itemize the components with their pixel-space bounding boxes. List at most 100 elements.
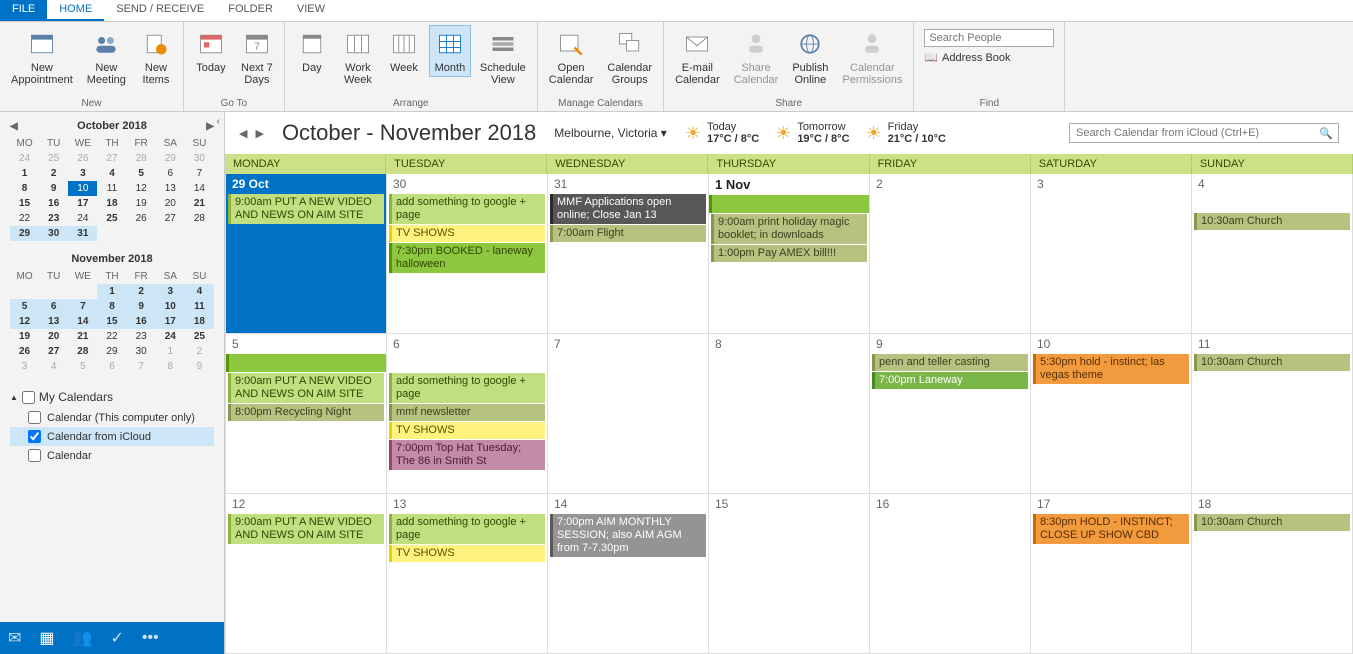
- mini-calendar-day[interactable]: 24: [10, 151, 39, 166]
- mini-calendar-day[interactable]: 8: [156, 359, 185, 374]
- mini-calendar-day[interactable]: 28: [185, 211, 214, 226]
- mini-calendar-day[interactable]: 18: [97, 196, 126, 211]
- mini-calendar-day[interactable]: 4: [39, 359, 68, 374]
- mini-calendar-day[interactable]: 9: [39, 181, 68, 196]
- calendar-event[interactable]: add something to google + page: [389, 194, 545, 224]
- calendar-cell[interactable]: 31MMF Applications open online; Close Ja…: [548, 174, 709, 334]
- mini-calendar-day[interactable]: 22: [10, 211, 39, 226]
- mini-calendar-day[interactable]: 7: [68, 299, 97, 314]
- mini-calendar-day[interactable]: 24: [156, 329, 185, 344]
- mini-calendar-day[interactable]: 20: [39, 329, 68, 344]
- calendar-checkbox[interactable]: [28, 411, 41, 424]
- spanning-event[interactable]: Cruise - Golden Princes; Pt Vila to Melb…: [709, 195, 870, 213]
- mini-calendar-day[interactable]: 19: [10, 329, 39, 344]
- calendar-cell[interactable]: 2: [870, 174, 1031, 334]
- calendar-cell[interactable]: 30add something to google + pageTV SHOWS…: [387, 174, 548, 334]
- calendar-event[interactable]: add something to google + page: [389, 373, 545, 403]
- calendar-cell[interactable]: 3: [1031, 174, 1192, 334]
- calendar-nav-icon[interactable]: ▦: [39, 628, 54, 648]
- new-items-button[interactable]: New Items: [135, 25, 177, 89]
- calendar-event[interactable]: 10:30am Church: [1194, 213, 1350, 230]
- mini-calendar-day[interactable]: 31: [68, 226, 97, 241]
- calendar-cell[interactable]: 1110:30am Church: [1192, 334, 1353, 494]
- mini-calendar-day[interactable]: 29: [156, 151, 185, 166]
- calendar-cell[interactable]: 178:30pm HOLD - INSTINCT; CLOSE UP SHOW …: [1031, 494, 1192, 654]
- calendar-event[interactable]: 7:00pm Top Hat Tuesday; The 86 in Smith …: [389, 440, 545, 470]
- search-people-input[interactable]: [924, 29, 1054, 47]
- calendar-list-item[interactable]: Calendar from iCloud: [10, 427, 214, 446]
- tab-file[interactable]: FILE: [0, 0, 47, 21]
- new-appointment-button[interactable]: New Appointment: [6, 25, 78, 89]
- mini-calendar-day[interactable]: 21: [68, 329, 97, 344]
- calendar-event[interactable]: 8:00pm Recycling Night: [228, 404, 384, 421]
- mini-calendar-day[interactable]: 27: [39, 344, 68, 359]
- calendar-permissions-button[interactable]: Calendar Permissions: [837, 25, 907, 89]
- next-period-button[interactable]: ▶: [255, 127, 263, 140]
- calendar-cell[interactable]: 29 Oct9:00am PUT A NEW VIDEO AND NEWS ON…: [226, 174, 387, 334]
- calendar-event[interactable]: 8:30pm HOLD - INSTINCT; CLOSE UP SHOW CB…: [1033, 514, 1189, 544]
- spanning-event[interactable]: Cruise - Golden Princes; Pt Vila to Melb…: [226, 354, 387, 372]
- calendar-event[interactable]: 9:00am PUT A NEW VIDEO AND NEWS ON AIM S…: [228, 514, 384, 544]
- mini-calendar-day[interactable]: 3: [10, 359, 39, 374]
- calendar-cell[interactable]: 410:30am Church: [1192, 174, 1353, 334]
- mini-calendar-day[interactable]: 17: [68, 196, 97, 211]
- calendar-event[interactable]: 10:30am Church: [1194, 514, 1350, 531]
- new-meeting-button[interactable]: New Meeting: [82, 25, 131, 89]
- mini-calendar-day[interactable]: 7: [185, 166, 214, 181]
- today-button[interactable]: Today: [190, 25, 232, 77]
- publish-online-button[interactable]: Publish Online: [787, 25, 833, 89]
- calendar-cell[interactable]: 13add something to google + pageTV SHOWS: [387, 494, 548, 654]
- calendar-event[interactable]: 9:00am PUT A NEW VIDEO AND NEWS ON AIM S…: [228, 194, 384, 224]
- mini-calendar-day[interactable]: 15: [10, 196, 39, 211]
- mini-calendar-day[interactable]: 23: [39, 211, 68, 226]
- mini-calendar-day[interactable]: 24: [68, 211, 97, 226]
- mini-calendar-day[interactable]: 9: [127, 299, 156, 314]
- mini-calendar-day[interactable]: 30: [39, 226, 68, 241]
- weather-item[interactable]: ☀Friday21°C / 10°C: [866, 121, 946, 145]
- mini-calendar-day[interactable]: 5: [10, 299, 39, 314]
- mini-calendar-day[interactable]: 2: [185, 344, 214, 359]
- calendar-event[interactable]: mmf newsletter: [389, 404, 545, 421]
- tab-home[interactable]: HOME: [47, 0, 104, 21]
- calendar-list-item[interactable]: Calendar: [10, 446, 214, 465]
- prev-period-button[interactable]: ◀: [239, 127, 247, 140]
- calendar-event[interactable]: 10:30am Church: [1194, 354, 1350, 371]
- weather-item[interactable]: ☀Today17°C / 8°C: [685, 121, 759, 145]
- mini-calendar-day[interactable]: 1: [10, 166, 39, 181]
- calendar-checkbox[interactable]: [28, 430, 41, 443]
- mini-calendar-day[interactable]: 29: [10, 226, 39, 241]
- mini-calendar-day[interactable]: 25: [39, 151, 68, 166]
- mini-calendar-day[interactable]: 17: [156, 314, 185, 329]
- mini-calendar-day[interactable]: 8: [10, 181, 39, 196]
- calendar-cell[interactable]: 147:00pm AIM MONTHLY SESSION; also AIM A…: [548, 494, 709, 654]
- mini-calendar-day[interactable]: 4: [185, 284, 214, 299]
- mini-calendar-day[interactable]: 26: [68, 151, 97, 166]
- mini-calendar-day[interactable]: 28: [127, 151, 156, 166]
- calendar-cell[interactable]: 105:30pm hold - instinct; las vegas them…: [1031, 334, 1192, 494]
- mini-calendar-day[interactable]: 13: [156, 181, 185, 196]
- mini-calendar-day[interactable]: 11: [97, 181, 126, 196]
- tab-send-receive[interactable]: SEND / RECEIVE: [104, 0, 216, 21]
- mini-calendar-day[interactable]: 18: [185, 314, 214, 329]
- calendar-event[interactable]: add something to google + page: [389, 514, 545, 544]
- schedule-view-button[interactable]: Schedule View: [475, 25, 531, 89]
- mini-calendar-day[interactable]: 23: [127, 329, 156, 344]
- mini-calendar-day[interactable]: 20: [156, 196, 185, 211]
- calendar-cell[interactable]: 9penn and teller casting7:00pm Laneway: [870, 334, 1031, 494]
- mini-calendar-day[interactable]: 3: [68, 166, 97, 181]
- calendar-event[interactable]: 9:00am print holiday magic booklet; in d…: [711, 214, 867, 244]
- collapse-sidebar-button[interactable]: ‹: [217, 116, 220, 127]
- mini-calendar-day[interactable]: 27: [156, 211, 185, 226]
- mini-calendar-day[interactable]: 6: [97, 359, 126, 374]
- next-month-button[interactable]: ▶: [206, 121, 214, 132]
- mini-calendar-day[interactable]: 10: [68, 181, 97, 196]
- mini-calendar-day[interactable]: 29: [97, 344, 126, 359]
- calendar-cell[interactable]: 15: [709, 494, 870, 654]
- month-view-button[interactable]: Month: [429, 25, 471, 77]
- search-icon[interactable]: 🔍: [1319, 127, 1333, 140]
- mini-calendar-day[interactable]: 6: [156, 166, 185, 181]
- mini-calendar-day[interactable]: 6: [39, 299, 68, 314]
- mini-calendar-day[interactable]: 11: [185, 299, 214, 314]
- calendar-event[interactable]: TV SHOWS: [389, 225, 545, 242]
- calendar-cell[interactable]: 7: [548, 334, 709, 494]
